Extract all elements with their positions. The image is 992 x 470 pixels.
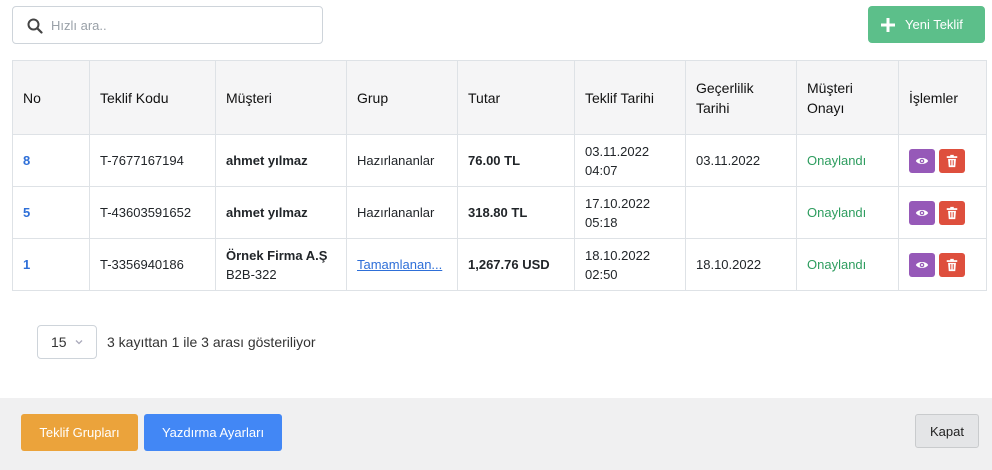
col-header-no[interactable]: No [12,60,90,135]
cell-code: T-43603591652 [89,186,216,239]
cell-actions [898,134,987,187]
cell-amount: 318.80 TL [457,186,575,239]
cell-actions [898,238,987,291]
cell-approval: Onaylandı [796,134,899,187]
table-row: 5 T-43603591652 ahmet yılmaz Hazırlananl… [12,186,987,239]
delete-button[interactable] [939,148,965,173]
records-info: 3 kayıttan 1 ile 3 arası gösteriliyor [107,334,316,350]
cell-group: Tamamlanan... [346,238,458,291]
view-button[interactable] [909,200,935,225]
table-row: 8 T-7677167194 ahmet yılmaz Hazırlananla… [12,134,987,187]
customer-code: B2B-322 [226,266,277,282]
group-link[interactable]: Tamamlanan... [357,255,447,274]
cell-no: 8 [12,134,90,187]
offer-date: 18.10.2022 [585,247,651,263]
offer-time: 02:50 [585,266,618,282]
cell-date: 18.10.2022 02:50 [574,238,686,291]
cell-amount: 1,267.76 USD [457,238,575,291]
offer-date: 03.11.2022 [585,143,650,159]
cell-date: 03.11.2022 04:07 [574,134,686,187]
delete-button[interactable] [939,252,965,277]
offer-groups-button[interactable]: Teklif Grupları [21,414,138,451]
close-button[interactable]: Kapat [915,414,979,448]
cell-group: Hazırlananlar [346,186,458,239]
table-row: 1 T-3356940186 Örnek Firma A.Ş B2B-322 Ta… [12,238,987,291]
view-button[interactable] [909,252,935,277]
cell-valid: 18.10.2022 [685,238,797,291]
col-header-date[interactable]: Teklif Tarihi [574,60,686,135]
cell-valid: 03.11.2022 [685,134,797,187]
col-header-group[interactable]: Grup [346,60,458,135]
customer-name: ahmet yılmaz [226,205,308,220]
page-size-value: 15 [51,334,67,350]
offer-no-link[interactable]: 8 [23,153,30,168]
offer-no-link[interactable]: 1 [23,257,30,272]
cell-customer: Örnek Firma A.Ş B2B-322 [215,238,347,291]
delete-button[interactable] [939,200,965,225]
customer-name: ahmet yılmaz [226,153,308,168]
cell-actions [898,186,987,239]
customer-name: Örnek Firma A.Ş [226,247,328,263]
new-offer-label: Yeni Teklif [905,17,963,32]
search-icon [27,18,43,34]
trash-icon [946,258,958,271]
cell-no: 1 [12,238,90,291]
cell-customer: ahmet yılmaz [215,186,347,239]
print-settings-button[interactable]: Yazdırma Ayarları [144,414,282,451]
content-panel: Yeni Teklif No Teklif Kodu Müşteri Grup … [0,0,992,398]
col-header-actions: İşlemler [898,60,987,135]
cell-approval: Onaylandı [796,238,899,291]
eye-icon [915,157,929,164]
cell-no: 5 [12,186,90,239]
new-offer-button[interactable]: Yeni Teklif [868,6,985,43]
cell-code: T-3356940186 [89,238,216,291]
col-header-amount[interactable]: Tutar [457,60,575,135]
modal-footer: Teklif Grupları Yazdırma Ayarları Kapat [0,398,992,470]
chevron-down-icon [75,340,83,345]
col-header-code[interactable]: Teklif Kodu [89,60,216,135]
col-header-customer[interactable]: Müşteri [215,60,347,135]
offer-date: 17.10.2022 [585,195,651,211]
col-header-valid[interactable]: Geçerlilik Tarihi [685,60,797,135]
cell-customer: ahmet yılmaz [215,134,347,187]
offer-time: 05:18 [585,214,618,230]
cell-valid [685,186,797,239]
cell-code: T-7677167194 [89,134,216,187]
search-box [12,6,323,44]
trash-icon [946,206,958,219]
cell-amount: 76.00 TL [457,134,575,187]
cell-approval: Onaylandı [796,186,899,239]
view-button[interactable] [909,148,935,173]
page-size-select[interactable]: 15 [37,325,97,359]
trash-icon [946,154,958,167]
offer-no-link[interactable]: 5 [23,205,30,220]
pagination: 15 3 kayıttan 1 ile 3 arası gösteriliyor [37,325,316,359]
offer-time: 04:07 [585,162,618,178]
col-header-approval[interactable]: Müşteri Onayı [796,60,899,135]
plus-icon [881,17,895,32]
eye-icon [915,209,929,216]
offers-table: No Teklif Kodu Müşteri Grup Tutar Teklif… [12,60,987,291]
eye-icon [915,261,929,268]
cell-group: Hazırlananlar [346,134,458,187]
search-input[interactable] [51,8,311,42]
table-header-row: No Teklif Kodu Müşteri Grup Tutar Teklif… [12,60,987,135]
cell-date: 17.10.2022 05:18 [574,186,686,239]
